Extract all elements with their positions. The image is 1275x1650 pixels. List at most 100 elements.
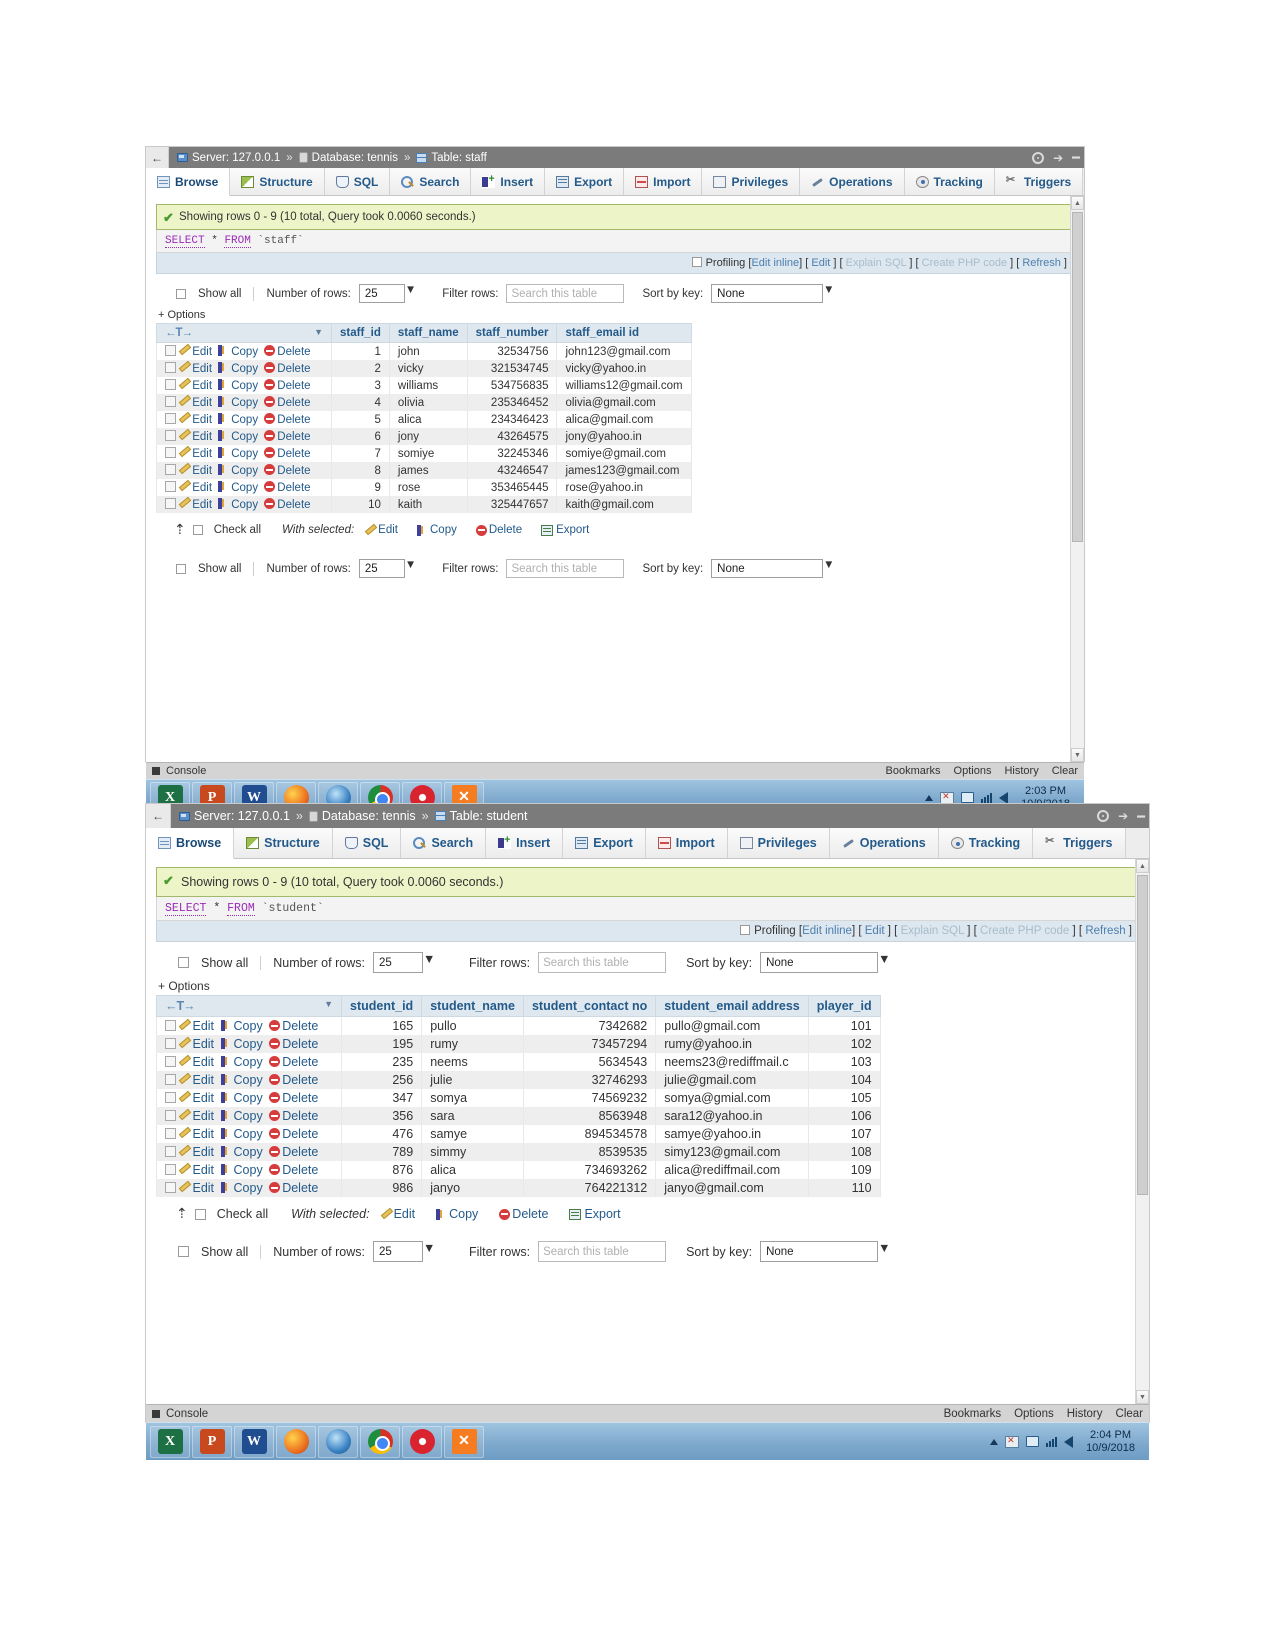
tab-privileges[interactable]: Privileges <box>702 168 801 195</box>
delete-action[interactable]: Delete <box>264 447 311 460</box>
copy-action[interactable]: Copy <box>220 1037 263 1051</box>
taskbar-item-word[interactable]: W <box>234 1425 274 1458</box>
copy-action[interactable]: Copy <box>218 498 258 511</box>
copy-action[interactable]: Copy <box>218 345 258 358</box>
copy-action[interactable]: Copy <box>220 1091 263 1105</box>
history-link[interactable]: History <box>1004 765 1038 777</box>
taskbar-item-firefox[interactable] <box>276 1425 316 1458</box>
scroll-up-button[interactable]: ▲ <box>1071 196 1084 210</box>
bookmarks-link[interactable]: Bookmarks <box>944 1408 1002 1420</box>
row-checkbox[interactable] <box>165 1020 176 1031</box>
vertical-scrollbar[interactable]: ▲ ▼ <box>1070 196 1084 762</box>
delete-action[interactable]: Delete <box>269 1055 318 1069</box>
row-checkbox[interactable] <box>165 1038 176 1049</box>
edit-link[interactable]: Edit <box>865 925 885 937</box>
tab-search[interactable]: Search <box>401 828 487 858</box>
delete-action[interactable]: Delete <box>269 1127 318 1141</box>
scroll-down-button[interactable]: ▼ <box>1071 748 1084 762</box>
tab-browse[interactable]: Browse <box>146 828 235 859</box>
copy-action[interactable]: Copy <box>218 379 258 392</box>
minimize-icon[interactable]: ━ <box>1072 151 1080 164</box>
row-checkbox[interactable] <box>165 396 176 407</box>
row-checkbox[interactable] <box>165 1110 176 1121</box>
tab-browse[interactable]: Browse <box>146 168 231 196</box>
table-row[interactable]: Edit Copy Delete 476 samye 894534578 samye@y… <box>156 1125 881 1143</box>
row-checkbox[interactable] <box>165 498 176 509</box>
show-all-checkbox-bottom[interactable] <box>178 1246 189 1257</box>
show-all-checkbox-bottom[interactable] <box>176 563 186 574</box>
action-center-icon[interactable] <box>940 791 955 804</box>
copy-action[interactable]: Copy <box>218 481 258 494</box>
copy-action[interactable]: Copy <box>218 447 258 460</box>
edit-action[interactable]: Edit <box>179 414 212 426</box>
bulk-copy-button[interactable]: Copy <box>436 1207 478 1221</box>
edit-action[interactable]: Edit <box>179 1145 214 1159</box>
edit-action[interactable]: Edit <box>179 465 212 477</box>
sort-by-key-select[interactable]: None ▼ <box>711 284 835 303</box>
tab-triggers[interactable]: Triggers <box>1033 828 1126 858</box>
row-checkbox[interactable] <box>165 1146 176 1157</box>
edit-action[interactable]: Edit <box>179 431 212 443</box>
show-hidden-icons-icon[interactable] <box>990 1438 999 1445</box>
row-checkbox[interactable] <box>165 1056 176 1067</box>
table-row[interactable]: Edit Copy Delete 165 pullo 7342682 pullo@gma… <box>156 1016 881 1035</box>
table-row[interactable]: Edit Copy Delete 7 somiye 32245346 somiye@gm… <box>156 445 692 462</box>
scroll-up-button[interactable]: ▲ <box>1136 859 1149 873</box>
tab-operations[interactable]: Operations <box>800 168 905 195</box>
table-row[interactable]: Edit Copy Delete 9 rose 353465445 rose@yahoo… <box>156 479 692 496</box>
back-button[interactable]: ← <box>146 147 169 168</box>
network-icon[interactable] <box>1026 1436 1040 1447</box>
tab-import[interactable]: Import <box>645 828 728 858</box>
explain-sql-link[interactable]: Explain SQL <box>846 257 907 269</box>
delete-action[interactable]: Delete <box>269 1019 318 1033</box>
row-checkbox[interactable] <box>165 379 176 390</box>
delete-action[interactable]: Delete <box>269 1037 318 1051</box>
volume-icon[interactable] <box>999 791 1009 804</box>
show-hidden-icons-icon[interactable] <box>925 794 934 801</box>
tab-insert[interactable]: Insert <box>471 168 546 195</box>
row-checkbox[interactable] <box>165 447 176 458</box>
tab-structure[interactable]: Structure <box>234 828 333 858</box>
breadcrumb-table[interactable]: Table: student <box>450 809 528 823</box>
table-row[interactable]: Edit Copy Delete 2 vicky 321534745 vicky@yah… <box>156 360 692 377</box>
copy-action[interactable]: Copy <box>220 1127 263 1141</box>
gear-icon[interactable] <box>1032 151 1045 164</box>
check-all-checkbox[interactable] <box>192 525 203 535</box>
copy-action[interactable]: Copy <box>220 1109 263 1123</box>
row-checkbox[interactable] <box>165 1092 176 1103</box>
delete-action[interactable]: Delete <box>264 396 311 409</box>
row-checkbox[interactable] <box>165 1182 176 1193</box>
taskbar-item-thunderbird[interactable] <box>318 1425 358 1458</box>
header-staff-number[interactable]: staff_number <box>466 323 558 343</box>
show-all-checkbox[interactable] <box>178 957 189 968</box>
edit-action[interactable]: Edit <box>179 1109 214 1123</box>
row-checkbox[interactable] <box>165 1074 176 1085</box>
table-row[interactable]: Edit Copy Delete 256 julie 32746293 julie@gm… <box>156 1071 881 1089</box>
tab-import[interactable]: Import <box>624 168 703 195</box>
filter-rows-input-bottom[interactable]: Search this table <box>506 559 625 578</box>
row-checkbox[interactable] <box>165 481 176 492</box>
copy-action[interactable]: Copy <box>218 362 258 375</box>
row-checkbox[interactable] <box>165 413 176 424</box>
minimize-icon[interactable]: ━ <box>1137 810 1145 823</box>
refresh-link[interactable]: Refresh <box>1022 257 1061 269</box>
options-expand-link[interactable]: + Options <box>156 979 1139 993</box>
delete-action[interactable]: Delete <box>269 1181 318 1195</box>
row-checkbox[interactable] <box>165 464 176 475</box>
bulk-copy-button[interactable]: Copy <box>417 524 457 536</box>
create-php-code-link[interactable]: Create PHP code <box>980 925 1069 937</box>
tab-export[interactable]: Export <box>563 828 646 858</box>
delete-action[interactable]: Delete <box>264 345 311 358</box>
check-all-checkbox[interactable] <box>194 1208 206 1220</box>
row-checkbox[interactable] <box>165 345 176 356</box>
taskbar-item-opera[interactable] <box>402 1425 442 1458</box>
sort-arrows-icon[interactable]: ←T→ <box>165 999 196 1013</box>
table-row[interactable]: Edit Copy Delete 235 neems 5634543 neems23@r… <box>156 1053 881 1071</box>
delete-action[interactable]: Delete <box>264 498 311 511</box>
back-button[interactable]: ← <box>146 804 171 828</box>
scroll-down-button[interactable]: ▼ <box>1136 1390 1149 1404</box>
console-bar-staff[interactable]: Console Bookmarks Options History Clear <box>146 762 1084 779</box>
taskbar-item-excel[interactable]: X <box>150 1425 190 1458</box>
bulk-export-button[interactable]: Export <box>569 1207 621 1221</box>
scrollbar-thumb[interactable] <box>1072 212 1083 542</box>
